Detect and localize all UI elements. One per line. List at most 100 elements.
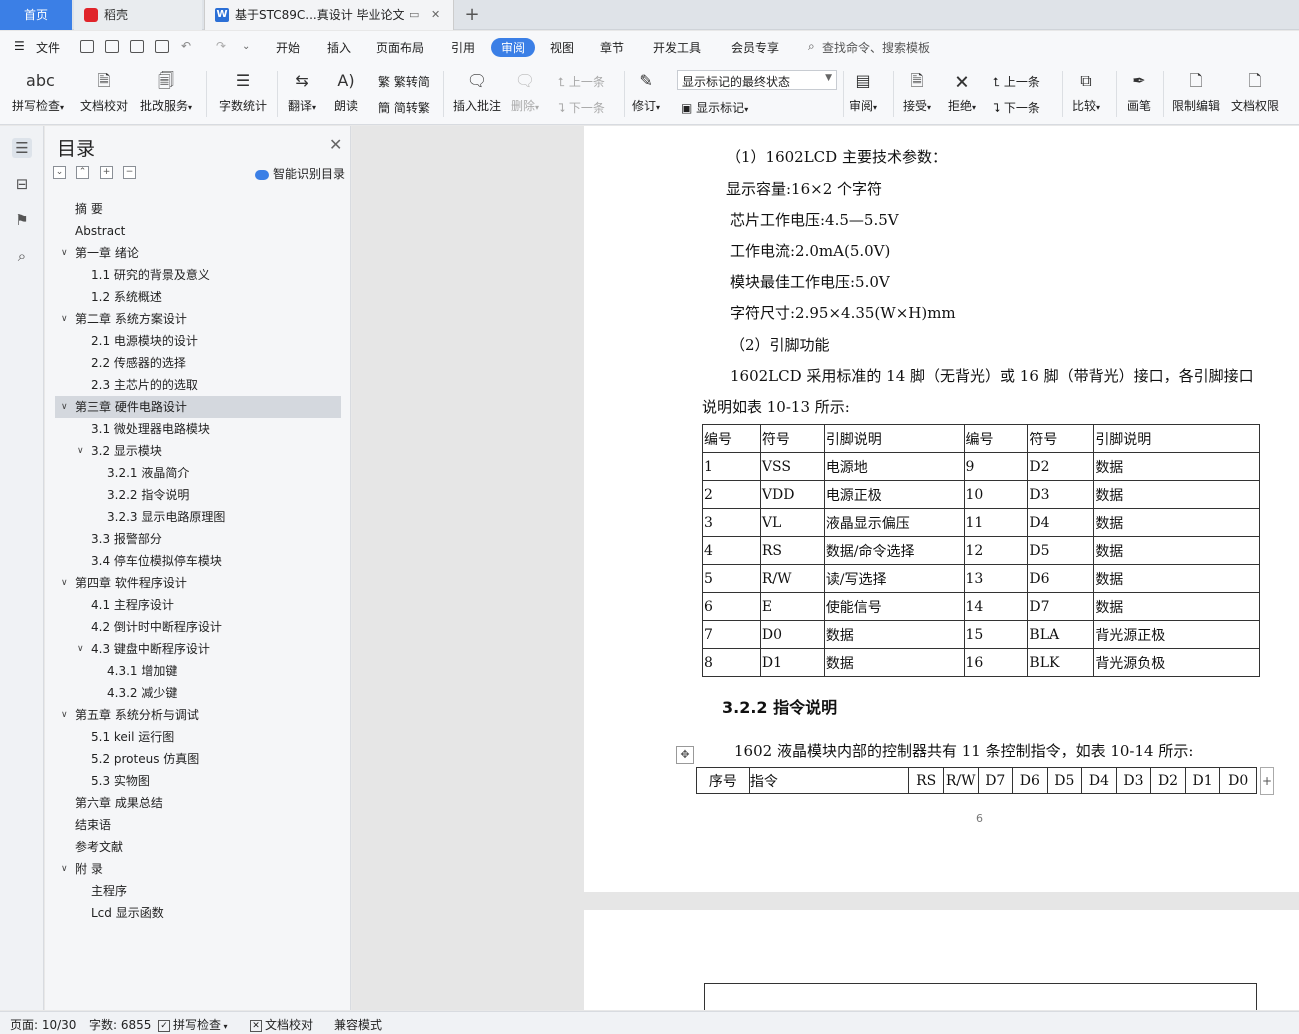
smart-toc-button[interactable]: 智能识别目录 — [255, 165, 345, 182]
toc-item[interactable]: 3.1 微处理器电路模块 — [45, 418, 351, 440]
menu-insert[interactable]: 插入 — [327, 39, 351, 56]
toc-panel-icon[interactable]: ☰ — [12, 138, 32, 158]
toc-item[interactable]: ∨ 第五章 系统分析与调试 — [45, 704, 351, 726]
toc-item[interactable]: 5.2 proteus 仿真图 — [45, 748, 351, 770]
revise-button[interactable]: ✎ 修订▾ — [632, 69, 660, 114]
export-pdf-icon[interactable] — [105, 40, 119, 53]
command-search[interactable]: 查找命令、搜索模板 — [822, 39, 930, 56]
delete-comment-button[interactable]: 🗨 删除▾ — [511, 69, 539, 114]
word-count-button[interactable]: ☰ 字数统计 — [219, 69, 267, 114]
toc-item[interactable]: 第六章 成果总结 — [45, 792, 351, 814]
menu-file[interactable]: 文件 — [36, 39, 60, 56]
toc-item[interactable]: 2.3 主芯片的的选取 — [45, 374, 351, 396]
spell-check-button[interactable]: abc 拼写检查▾ — [12, 69, 64, 114]
bookmark-icon[interactable]: ⚑ — [12, 210, 32, 230]
menu-reference[interactable]: 引用 — [451, 39, 475, 56]
toc-item[interactable]: 4.3.2 减少键 — [45, 682, 351, 704]
menu-member[interactable]: 会员专享 — [731, 39, 779, 56]
menu-page-layout[interactable]: 页面布局 — [376, 39, 424, 56]
toc-item[interactable]: 4.1 主程序设计 — [45, 594, 351, 616]
toc-item[interactable]: 主程序 — [45, 880, 351, 902]
collapse-all-icon[interactable]: ⌄ — [53, 166, 66, 179]
print-icon[interactable] — [130, 40, 144, 53]
find-icon[interactable]: ⌕ — [12, 246, 32, 266]
toc-item[interactable]: 5.3 实物图 — [45, 770, 351, 792]
toc-item[interactable]: Abstract — [45, 220, 351, 242]
show-markup-button[interactable]: ▣ 显示标记▾ — [681, 99, 748, 116]
hamburger-icon[interactable]: ☰ — [14, 39, 25, 53]
chevron-down-icon[interactable]: ∨ — [61, 396, 68, 418]
toc-item[interactable]: Lcd 显示函数 — [45, 902, 351, 924]
chevron-down-icon[interactable]: ∨ — [77, 440, 84, 462]
tab-home[interactable]: 首页 — [0, 0, 72, 30]
insert-comment-button[interactable]: 🗨 插入批注 — [453, 69, 501, 114]
remove-heading-icon[interactable]: − — [123, 166, 136, 179]
float-window-icon[interactable]: ▭ — [409, 0, 419, 30]
search-icon[interactable]: ⌕ — [808, 39, 815, 54]
toc-item[interactable]: 3.3 报警部分 — [45, 528, 351, 550]
toc-item[interactable]: 4.3.1 增加键 — [45, 660, 351, 682]
toc-item[interactable]: 3.2.2 指令说明 — [45, 484, 351, 506]
toc-item[interactable]: ∨ 第一章 绪论 — [45, 242, 351, 264]
chevron-down-icon[interactable]: ∨ — [61, 242, 68, 264]
toc-item[interactable]: 3.4 停车位模拟停车模块 — [45, 550, 351, 572]
new-tab-button[interactable]: + — [460, 0, 484, 30]
toc-item[interactable]: ∨ 第四章 软件程序设计 — [45, 572, 351, 594]
add-heading-icon[interactable]: + — [100, 166, 113, 179]
toc-item[interactable]: 2.2 传感器的选择 — [45, 352, 351, 374]
menu-chapter[interactable]: 章节 — [600, 39, 624, 56]
toc-item[interactable]: ∨ 3.2 显示模块 — [45, 440, 351, 462]
page-indicator[interactable]: 页面: 10/30 — [10, 1016, 76, 1033]
expand-all-icon[interactable]: ⌃ — [76, 166, 89, 179]
next-comment-button[interactable]: ⮧ 下一条 — [558, 99, 605, 116]
close-icon[interactable]: ✕ — [329, 135, 342, 154]
add-column-icon[interactable]: + — [1260, 767, 1274, 795]
chapter-nav-icon[interactable]: ⊟ — [12, 174, 32, 194]
toc-item[interactable]: ∨ 4.3 键盘中断程序设计 — [45, 638, 351, 660]
annotate-service-button[interactable]: 🗐 批改服务▾ — [140, 69, 192, 114]
toc-item[interactable]: 4.2 倒计时中断程序设计 — [45, 616, 351, 638]
simp-to-trad-button[interactable]: 簡 简转繁 — [378, 99, 430, 116]
chevron-down-icon[interactable]: ∨ — [77, 638, 84, 660]
read-aloud-button[interactable]: A) 朗读 — [334, 69, 358, 114]
toc-item[interactable]: 摘 要 — [45, 198, 351, 220]
chevron-down-icon[interactable]: ∨ — [61, 572, 68, 594]
menu-review[interactable]: 审阅 — [491, 38, 536, 57]
toc-item[interactable]: ∨ 第三章 硬件电路设计 — [55, 396, 341, 418]
menu-view[interactable]: 视图 — [550, 39, 574, 56]
prev-change-button[interactable]: ⮤ 上一条 — [993, 73, 1040, 90]
toc-item[interactable]: ∨ 第二章 系统方案设计 — [45, 308, 351, 330]
status-spell-check[interactable]: ✓ 拼写检查 ▾ — [158, 1016, 228, 1033]
prev-comment-button[interactable]: ⮤ 上一条 — [558, 73, 605, 90]
accept-button[interactable]: 🗎 接受▾ — [903, 69, 931, 114]
undo-icon[interactable]: ↶ — [181, 39, 191, 53]
pen-button[interactable]: ✒ 画笔 — [1127, 69, 1151, 114]
word-count[interactable]: 字数: 6855 — [89, 1016, 151, 1033]
chevron-down-icon[interactable]: ∨ — [61, 308, 68, 330]
menu-start[interactable]: 开始 — [276, 39, 300, 56]
close-tab-icon[interactable]: ✕ — [431, 0, 440, 30]
chevron-down-icon[interactable]: ∨ — [61, 858, 68, 880]
toc-item[interactable]: 参考文献 — [45, 836, 351, 858]
markup-mode-dropdown[interactable]: 显示标记的最终状态 ▼ — [677, 70, 837, 90]
restrict-edit-button[interactable]: 🗋 限制编辑 — [1172, 69, 1220, 114]
save-icon[interactable] — [80, 40, 94, 53]
tab-document[interactable]: W 基于STC89C...真设计 毕业论文 ▭ ✕ — [204, 0, 454, 30]
table-move-icon[interactable]: ✥ — [676, 746, 694, 764]
menu-dev-tools[interactable]: 开发工具 — [653, 39, 701, 56]
toc-item[interactable]: 3.2.3 显示电路原理图 — [45, 506, 351, 528]
reject-button[interactable]: 🗙 拒绝▾ — [948, 69, 976, 114]
toc-item[interactable]: 结束语 — [45, 814, 351, 836]
toc-item[interactable]: 1.2 系统概述 — [45, 286, 351, 308]
review-pane-button[interactable]: ▤ 审阅▾ — [849, 69, 877, 114]
trad-to-simp-button[interactable]: 繁 繁转简 — [378, 73, 430, 90]
doc-check-button[interactable]: 🗎 文档校对 — [80, 69, 128, 114]
print-preview-icon[interactable] — [155, 40, 169, 53]
next-change-button[interactable]: ⮧ 下一条 — [993, 99, 1040, 116]
status-doc-check[interactable]: ✕ 文档校对 — [250, 1016, 313, 1033]
translate-button[interactable]: ⇆ 翻译▾ — [288, 69, 316, 114]
redo-icon[interactable]: ↷ — [216, 39, 226, 53]
toc-item[interactable]: ∨ 附 录 — [45, 858, 351, 880]
chevron-down-icon[interactable]: ∨ — [61, 704, 68, 726]
quick-access-more-icon[interactable]: ⌄ — [242, 41, 250, 52]
